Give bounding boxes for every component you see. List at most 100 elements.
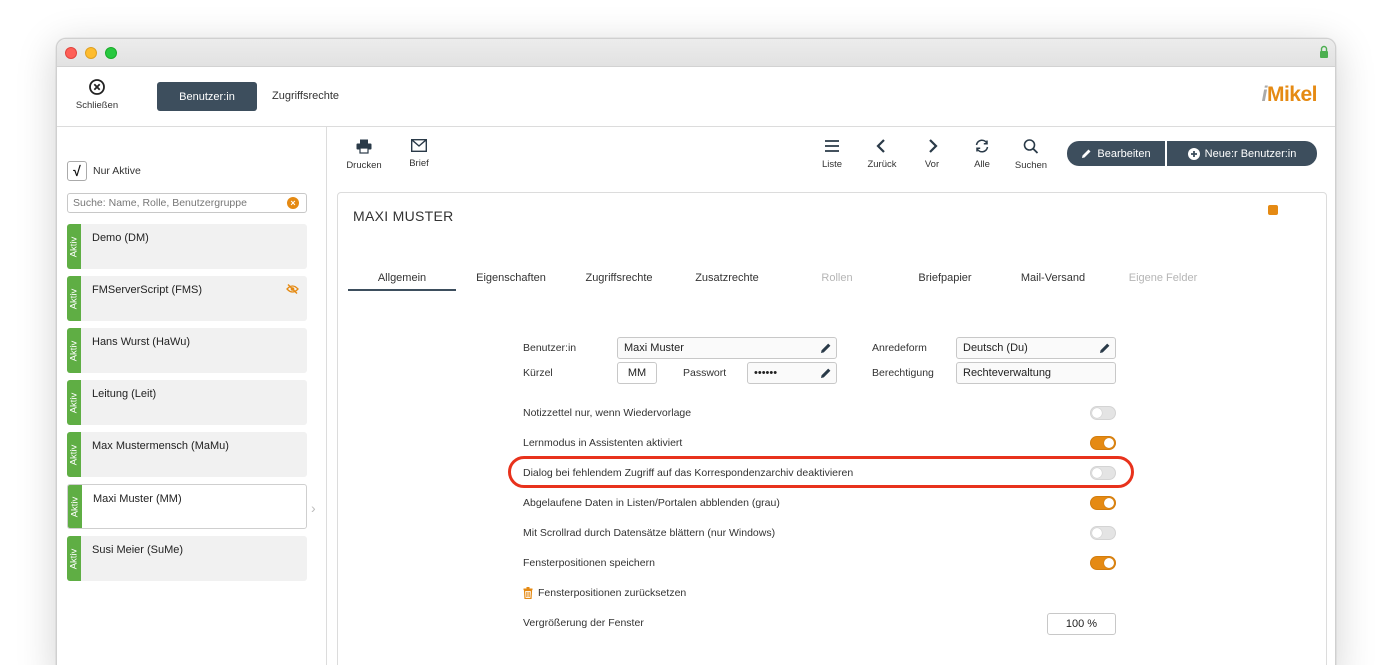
user-name: Demo (DM) [92,232,149,244]
user-search-input[interactable] [68,195,278,211]
salutation-label: Anredeform [872,342,927,354]
tab-eigene-felder: Eigene Felder [1128,272,1198,284]
setting-toggle[interactable] [1090,496,1116,510]
tab-access-rights[interactable]: Zugriffsrechte [272,90,339,102]
short-label: Kürzel [523,367,553,379]
zoom-label: Vergrößerung der Fenster [523,617,644,629]
permission-field[interactable]: Rechteverwaltung [956,362,1116,384]
password-field[interactable]: •••••• [747,362,837,384]
tab-user[interactable]: Benutzer:in [157,82,257,111]
user-name: FMServerScript (FMS) [92,284,202,296]
lock-icon [1320,45,1328,58]
record-title: MAXI MUSTER [353,208,454,224]
status-badge: Aktiv [67,224,81,269]
logo-text: Mikel [1266,83,1318,106]
setting-toggle[interactable] [1090,526,1116,540]
eye-slash-icon [286,284,299,294]
setting-toggle[interactable] [1090,406,1116,420]
note-icon[interactable] [1268,205,1278,215]
setting-label: Lernmodus in Assistenten aktiviert [523,437,683,449]
all-button[interactable]: Alle [967,139,997,170]
status-badge: Aktiv [67,380,81,425]
salutation-value: Deutsch (Du) [963,342,1028,354]
only-active-checkbox[interactable]: √ [67,161,87,181]
status-badge: Aktiv [67,328,81,373]
permission-value: Rechteverwaltung [963,367,1052,379]
setting-label: Mit Scrollrad durch Datensätze blättern … [523,527,776,539]
close-window-button[interactable] [65,47,77,59]
status-badge: Aktiv [67,536,81,581]
only-active-label: Nur Aktive [93,165,141,177]
setting-toggle[interactable] [1090,466,1116,480]
password-label: Passwort [683,367,727,379]
salutation-field[interactable]: Deutsch (Du) [956,337,1116,359]
setting-label: Fensterpositionen speichern [523,557,655,569]
user-value: Maxi Muster [624,342,684,354]
close-button[interactable]: Schließen [71,79,123,111]
user-list-sidebar: √ Nur Aktive × Aktiv Demo (DM) Aktiv FMS… [57,127,327,665]
minimize-window-button[interactable] [85,47,97,59]
refresh-icon [975,139,989,153]
setting-label: Abgelaufene Daten in Listen/Portalen abb… [523,497,780,509]
app-window: Schließen Benutzer:in Zugriffsrechte iMi… [56,38,1336,665]
list-item[interactable]: Aktiv Leitung (Leit) [67,380,307,425]
tab-eigenschaften[interactable]: Eigenschaften [466,265,556,291]
pencil-icon[interactable] [820,342,832,354]
chevron-right-icon: › [311,500,316,516]
search-button[interactable]: Suchen [1013,139,1049,171]
zoom-field[interactable]: 100 % [1047,613,1116,635]
list-item[interactable]: Aktiv Hans Wurst (HaWu) [67,328,307,373]
tab-allgemein[interactable]: Allgemein [348,265,456,291]
close-label: Schließen [75,100,119,111]
tab-mail-versand[interactable]: Mail-Versand [1008,265,1098,291]
user-name: Leitung (Leit) [92,388,157,400]
close-circle-icon [89,79,105,95]
main-toolbar: Schließen Benutzer:in Zugriffsrechte iMi… [57,67,1335,127]
title-bar [57,39,1335,67]
tab-briefpapier[interactable]: Briefpapier [900,265,990,291]
pencil-icon[interactable] [820,367,832,379]
list-item[interactable]: Aktiv Max Mustermensch (MaMu) [67,432,307,477]
chevron-left-icon [876,139,885,153]
new-user-button[interactable]: Neue:r Benutzer:in [1167,141,1317,166]
list-icon [825,140,839,152]
envelope-icon [411,139,427,152]
imikel-logo: iMikel [1262,83,1318,107]
letter-button[interactable]: Brief [401,139,437,169]
list-button[interactable]: Liste [817,139,847,170]
only-active-filter[interactable]: √ Nur Aktive [67,161,141,181]
back-button[interactable]: Zurück [865,139,899,170]
status-badge: Aktiv [67,432,81,477]
list-item[interactable]: Aktiv Demo (DM) [67,224,307,269]
short-field[interactable]: MM [617,362,657,384]
record-tabs: Allgemein Eigenschaften Zugriffsrechte Z… [348,265,1318,291]
record-card: MAXI MUSTER Allgemein Eigenschaften Zugr… [337,192,1327,665]
user-field[interactable]: Maxi Muster [617,337,837,359]
reset-positions-link[interactable]: Fensterpositionen zurücksetzen [523,587,686,599]
user-name: Max Mustermensch (MaMu) [92,440,229,452]
user-label: Benutzer:in [523,342,577,354]
edit-button[interactable]: Bearbeiten [1067,141,1165,166]
plus-circle-icon [1187,147,1200,160]
setting-toggle[interactable] [1090,436,1116,450]
tab-zugriffsrechte[interactable]: Zugriffsrechte [574,265,664,291]
tab-rollen: Rollen [821,272,853,284]
zoom-window-button[interactable] [105,47,117,59]
list-item[interactable]: Aktiv Susi Meier (SuMe) [67,536,307,581]
user-search: × [67,193,307,213]
short-value: MM [627,367,647,379]
forward-button[interactable]: Vor [917,139,947,170]
tab-zusatzrechte[interactable]: Zusatzrechte [682,265,772,291]
setting-label: Notizzettel nur, wenn Wiedervorlage [523,407,692,419]
setting-toggle[interactable] [1090,556,1116,570]
user-name: Hans Wurst (HaWu) [92,336,191,348]
status-badge: Aktiv [68,485,82,528]
print-button[interactable]: Drucken [343,139,385,171]
pencil-icon [1082,149,1091,158]
list-item[interactable]: Aktiv FMServerScript (FMS) [67,276,307,321]
permission-label: Berechtigung [872,367,934,379]
list-item-selected[interactable]: Aktiv Maxi Muster (MM) [67,484,307,529]
clear-search-icon[interactable]: × [287,197,299,209]
trash-icon [523,587,533,599]
pencil-icon[interactable] [1099,342,1111,354]
